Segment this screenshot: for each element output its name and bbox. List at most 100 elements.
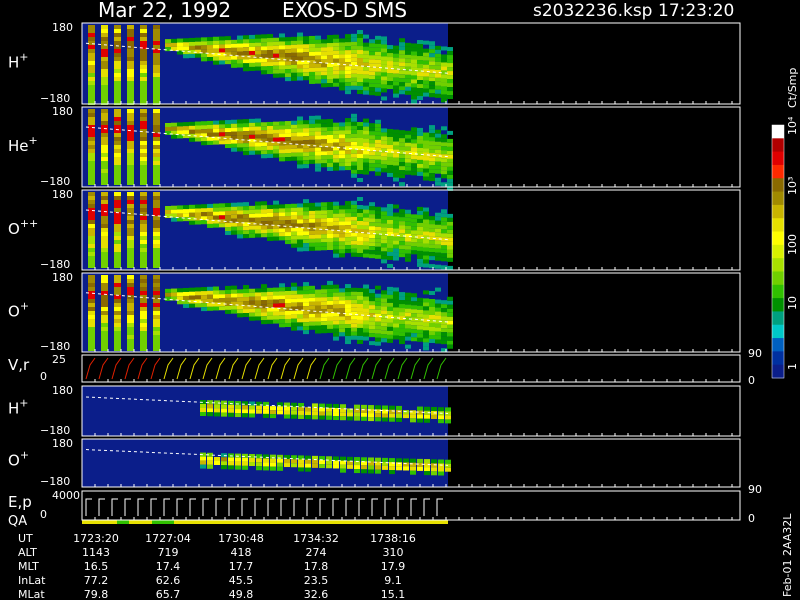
heat-cell — [303, 290, 309, 295]
heat-cell — [140, 65, 147, 69]
heat-cell — [375, 325, 381, 330]
heat-cell — [417, 206, 423, 211]
heat-cell — [347, 412, 353, 417]
colorbar-segment — [772, 284, 784, 299]
heat-cell — [405, 130, 411, 135]
heat-cell — [423, 92, 429, 97]
heat-cell — [88, 133, 95, 137]
heat-cell — [435, 335, 441, 340]
heat-cell — [375, 317, 381, 322]
heat-cell — [207, 49, 213, 54]
heat-cell — [279, 61, 285, 66]
heat-cell — [429, 85, 435, 90]
heat-cell — [393, 204, 399, 209]
heat-cell — [405, 74, 411, 79]
right-max-label: 90 — [748, 347, 762, 360]
heat-cell — [201, 212, 207, 217]
heat-cell — [225, 56, 231, 61]
heat-cell — [315, 317, 321, 322]
heat-cell — [393, 299, 399, 304]
heat-cell — [267, 208, 273, 213]
plot-root: Mar 22, 1992 EXOS-D SMS s2032236.ksp 17:… — [0, 0, 800, 600]
heat-cell — [375, 59, 381, 64]
heat-cell — [127, 53, 134, 57]
heat-cell — [375, 465, 381, 470]
heat-cell — [225, 305, 231, 310]
heat-cell — [201, 204, 207, 209]
heat-cell — [127, 77, 134, 81]
heat-cell — [327, 162, 333, 167]
heat-cell — [207, 132, 213, 137]
heat-cell — [279, 228, 285, 233]
heat-cell — [429, 216, 435, 221]
heat-cell — [354, 416, 360, 421]
heat-cell — [447, 340, 453, 345]
heat-cell — [423, 330, 429, 335]
heat-cell — [327, 213, 333, 218]
heat-cell — [423, 48, 429, 53]
ep-trace — [397, 498, 404, 516]
heat-cell — [303, 219, 309, 224]
heat-cell — [88, 93, 95, 97]
heat-cell — [327, 205, 333, 210]
heat-cell — [435, 331, 441, 336]
heat-cell — [279, 287, 285, 292]
heat-cell — [291, 406, 297, 411]
heat-cell — [339, 209, 345, 214]
heat-cell — [225, 293, 231, 298]
heat-cell — [363, 50, 369, 55]
heat-cell — [369, 127, 375, 132]
heat-cell — [339, 304, 345, 309]
heat-cell — [114, 196, 121, 200]
heat-cell — [267, 216, 273, 221]
heat-cell — [393, 291, 399, 296]
heat-cell — [225, 40, 231, 45]
heat-cell — [423, 342, 429, 347]
heat-cell — [297, 56, 303, 61]
heat-cell — [357, 177, 363, 182]
heat-cell — [327, 79, 333, 84]
heat-cell — [255, 134, 261, 139]
heat-cell — [273, 232, 279, 237]
heat-cell — [351, 41, 357, 46]
heat-cell — [354, 412, 360, 417]
heat-cell — [291, 148, 297, 153]
heat-cell — [445, 419, 451, 424]
heat-cell — [327, 328, 333, 333]
heat-cell — [303, 243, 309, 248]
heat-cell — [127, 93, 134, 97]
heat-cell — [321, 297, 327, 302]
heat-cell — [88, 61, 95, 65]
axis-row-value: 62.6 — [156, 574, 181, 587]
heat-cell — [393, 335, 399, 340]
heat-cell — [321, 325, 327, 330]
sms-plot: Mar 22, 1992 EXOS-D SMS s2032236.ksp 17:… — [8, 0, 799, 600]
heat-cell — [235, 401, 241, 406]
heat-cell — [441, 340, 447, 345]
heat-cell — [357, 42, 363, 47]
heat-cell — [411, 43, 417, 48]
heat-cell — [393, 45, 399, 50]
heat-cell — [201, 57, 207, 62]
heat-cell — [393, 224, 399, 229]
heat-cell — [321, 127, 327, 132]
heat-cell — [399, 142, 405, 147]
ep-trace — [306, 498, 313, 516]
heat-cell — [297, 132, 303, 137]
heat-cell — [127, 200, 134, 204]
heat-cell — [101, 153, 108, 157]
heat-cell — [369, 289, 375, 294]
heat-cell — [140, 228, 147, 232]
heat-cell — [375, 47, 381, 52]
heat-cell — [297, 235, 303, 240]
heat-cell — [399, 308, 405, 313]
heat-cell — [411, 222, 417, 227]
heat-cell — [279, 208, 285, 213]
heat-cell — [351, 165, 357, 170]
axis-row-value: 274 — [306, 546, 327, 559]
heat-cell — [339, 46, 345, 51]
heat-cell — [267, 62, 273, 67]
heat-cell — [114, 125, 121, 129]
heat-cell — [291, 314, 297, 319]
heat-cell — [345, 292, 351, 297]
